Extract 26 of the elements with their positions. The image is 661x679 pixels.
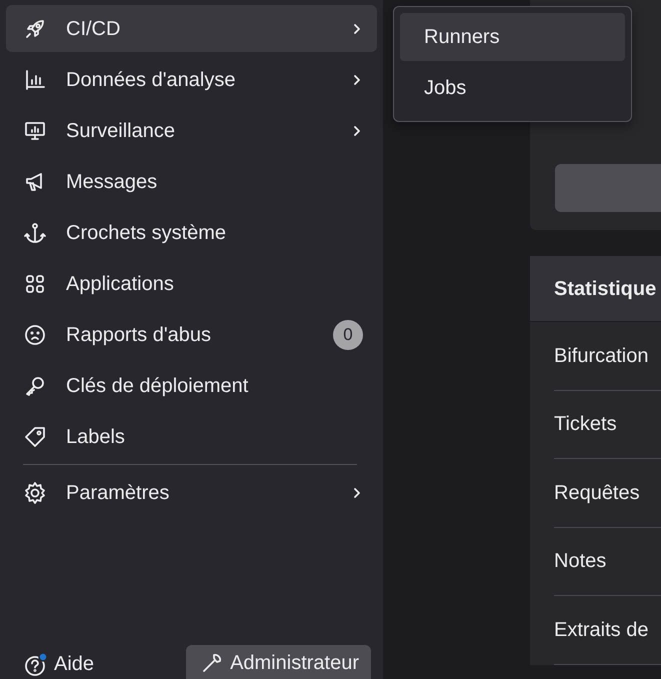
sidebar-item[interactable]: Rapports d'abus 0 <box>6 311 377 358</box>
submenu-item[interactable]: Runners <box>400 13 625 61</box>
anchor-icon <box>23 220 47 244</box>
stats-row-label: Requêtes <box>554 459 661 528</box>
settings-icon <box>23 480 47 504</box>
stats-row-label: Notes <box>554 528 661 596</box>
stats-header: Statistique <box>530 256 661 322</box>
tag-icon <box>23 424 47 448</box>
sidebar-item[interactable]: Paramètres <box>6 469 377 516</box>
help-link[interactable]: Aide <box>22 645 94 679</box>
stats-row-label: Bifurcation <box>554 322 661 390</box>
sad-face-icon <box>23 322 47 346</box>
submenu-item[interactable]: Jobs <box>400 64 625 112</box>
admin-button[interactable]: Administrateur <box>186 645 371 679</box>
sidebar-item[interactable]: Surveillance <box>6 107 377 154</box>
bar-chart-icon <box>23 68 47 92</box>
sidebar-item[interactable]: Applications <box>6 260 377 307</box>
sidebar-item[interactable]: Clés de déploiement <box>6 362 377 409</box>
count-badge: 0 <box>333 320 363 350</box>
stats-row-label: Extraits de <box>554 596 661 664</box>
stats-row-label: Tickets <box>554 390 661 459</box>
sidebar-item[interactable]: Crochets système <box>6 209 377 256</box>
sidebar-item[interactable]: CI/CD <box>6 5 377 52</box>
sidebar-item[interactable]: Labels <box>6 413 377 460</box>
sidebar-item[interactable]: Messages <box>6 158 377 205</box>
sidebar-item[interactable]: Données d'analyse <box>6 56 377 103</box>
